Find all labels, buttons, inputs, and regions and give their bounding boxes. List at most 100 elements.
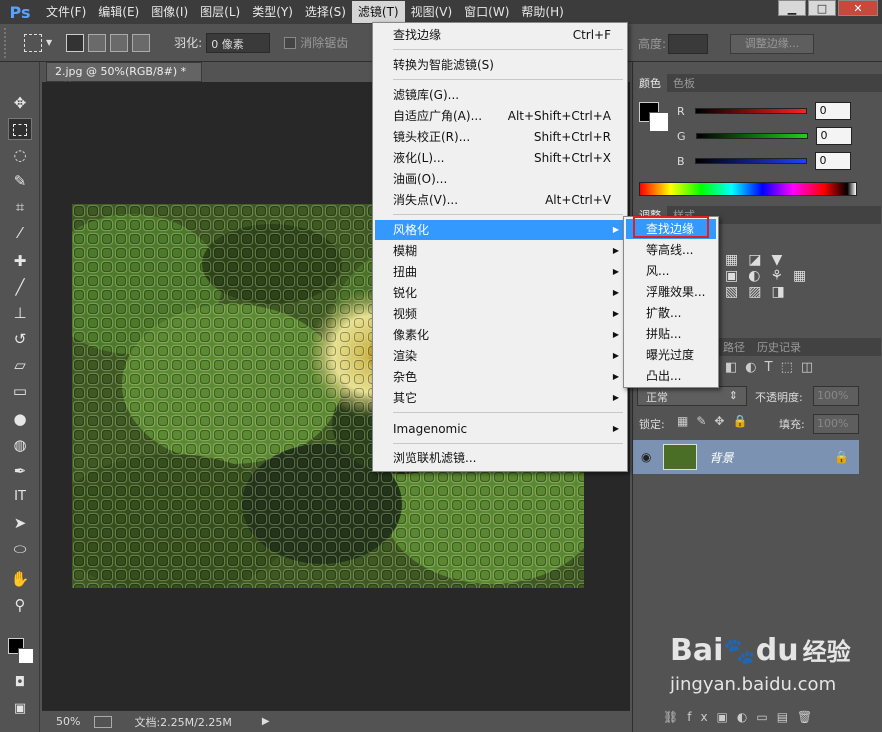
- blend-mode-select[interactable]: 正常 ⇕: [637, 386, 747, 406]
- tab-paths[interactable]: 路径: [717, 338, 751, 356]
- path-select-tool-icon[interactable]: ➤: [8, 512, 32, 534]
- red-value[interactable]: 0: [814, 102, 851, 120]
- quick-select-tool-icon[interactable]: ✎: [8, 170, 32, 192]
- tab-color[interactable]: 颜色: [633, 74, 667, 92]
- menu-filter[interactable]: 滤镜(T): [351, 1, 405, 23]
- menu-item-sharpen[interactable]: 锐化 ▶: [375, 283, 625, 303]
- subtract-selection-icon[interactable]: [110, 33, 129, 52]
- refine-edge-button[interactable]: 调整边缘...: [730, 34, 814, 54]
- background-color-swatch[interactable]: [18, 648, 34, 664]
- menu-item-blur[interactable]: 模糊 ▶: [375, 241, 625, 261]
- document-tab[interactable]: 2.jpg @ 50%(RGB/8#) * ×: [46, 62, 202, 91]
- zoom-tool-icon[interactable]: ⚲: [8, 594, 32, 616]
- move-tool-icon[interactable]: ✥: [8, 92, 32, 114]
- ellipse-tool-icon[interactable]: ⬭: [8, 538, 32, 560]
- eyedropper-tool-icon[interactable]: ⁄: [8, 222, 32, 244]
- layer-row-background[interactable]: ◉ 背景 🔒: [633, 440, 859, 474]
- menu-item-lens-correction[interactable]: 镜头校正(R)... Shift+Ctrl+R: [375, 127, 625, 147]
- menu-item-render[interactable]: 渲染 ▶: [375, 346, 625, 366]
- submenu-item-tiles[interactable]: 拼贴...: [626, 324, 716, 344]
- tab-swatches[interactable]: 色板: [667, 74, 701, 92]
- feather-input[interactable]: 0 像素: [206, 32, 271, 53]
- adjustment-icons[interactable]: ▦◪▼ ▣◐⚘▦ ▧▨◨: [725, 252, 865, 322]
- red-slider[interactable]: [694, 108, 807, 114]
- type-tool-icon[interactable]: IT: [8, 486, 32, 508]
- opacity-input[interactable]: 100%: [813, 386, 859, 406]
- menu-item-pixelate[interactable]: 像素化 ▶: [375, 325, 625, 345]
- maximize-button[interactable]: □: [808, 0, 836, 16]
- menu-item-imagenomic[interactable]: Imagenomic ▶: [375, 419, 625, 439]
- menu-separator: [393, 49, 623, 50]
- blue-value[interactable]: 0: [814, 152, 851, 170]
- clone-stamp-tool-icon[interactable]: ⊥: [8, 302, 32, 324]
- menu-item-noise[interactable]: 杂色 ▶: [375, 367, 625, 387]
- menu-item-adaptive-wide-angle[interactable]: 自适应广角(A)... Alt+Shift+Ctrl+A: [375, 106, 625, 126]
- intersect-selection-icon[interactable]: [132, 33, 151, 52]
- history-brush-tool-icon[interactable]: ↺: [8, 328, 32, 350]
- dodge-tool-icon[interactable]: ◍: [8, 434, 32, 456]
- submenu-item-diffuse[interactable]: 扩散...: [626, 303, 716, 323]
- chevron-down-icon[interactable]: ▼: [46, 38, 52, 47]
- marquee-tool-icon[interactable]: [8, 118, 32, 140]
- screen-mode-icon[interactable]: ▣: [8, 698, 32, 720]
- play-arrow-icon[interactable]: ▶: [262, 716, 270, 727]
- quick-mask-icon[interactable]: ◘: [8, 672, 32, 694]
- menu-file[interactable]: 文件(F): [40, 1, 92, 23]
- antialias-checkbox[interactable]: [284, 36, 297, 49]
- zoom-level[interactable]: 50%: [56, 715, 80, 728]
- lasso-tool-icon[interactable]: ◌: [8, 144, 32, 166]
- green-slider-row: G 0: [677, 125, 852, 147]
- height-input[interactable]: [668, 34, 708, 54]
- blur-tool-icon[interactable]: ●: [8, 408, 32, 430]
- menu-item-liquify[interactable]: 液化(L)... Shift+Ctrl+X: [375, 148, 625, 168]
- brush-tool-icon[interactable]: ╱: [8, 276, 32, 298]
- menu-item-stylize[interactable]: 风格化 ▶: [375, 220, 625, 240]
- blue-slider[interactable]: [694, 158, 807, 164]
- submenu-item-wind[interactable]: 风...: [626, 261, 716, 281]
- gradient-tool-icon[interactable]: ▭: [8, 380, 32, 402]
- menu-layer[interactable]: 图层(L): [194, 1, 246, 23]
- menu-window[interactable]: 窗口(W): [458, 1, 515, 23]
- menu-item-video[interactable]: 视频 ▶: [375, 304, 625, 324]
- crop-tool-icon[interactable]: ⌗: [8, 196, 32, 218]
- menu-image[interactable]: 图像(I): [145, 1, 194, 23]
- green-slider[interactable]: [695, 133, 808, 139]
- marquee-preset-icon[interactable]: [24, 33, 42, 52]
- pen-tool-icon[interactable]: ✒: [8, 460, 32, 482]
- eye-icon[interactable]: ◉: [641, 450, 651, 464]
- new-selection-icon[interactable]: [66, 33, 85, 52]
- menu-type[interactable]: 类型(Y): [246, 1, 299, 23]
- menu-edit[interactable]: 编辑(E): [92, 1, 145, 23]
- fill-input[interactable]: 100%: [813, 414, 859, 434]
- menu-item-find-edges-last[interactable]: 查找边缘 Ctrl+F: [375, 25, 625, 45]
- submenu-item-trace-contour[interactable]: 等高线...: [626, 240, 716, 260]
- green-value[interactable]: 0: [815, 127, 852, 145]
- hand-tool-icon[interactable]: ✋: [8, 568, 32, 590]
- menu-item-distort[interactable]: 扭曲 ▶: [375, 262, 625, 282]
- menu-bar: Ps 文件(F) 编辑(E) 图像(I) 图层(L) 类型(Y) 选择(S) 滤…: [0, 0, 882, 24]
- menu-item-convert-smart-filter[interactable]: 转换为智能滤镜(S): [375, 55, 625, 75]
- menu-item-browse-filters-online[interactable]: 浏览联机滤镜...: [375, 448, 625, 468]
- menu-help[interactable]: 帮助(H): [515, 1, 569, 23]
- opacity-label: 不透明度:: [755, 391, 803, 404]
- layer-filter-icons[interactable]: ◧◐T⬚◫: [725, 360, 865, 378]
- menu-item-other[interactable]: 其它 ▶: [375, 388, 625, 408]
- healing-brush-tool-icon[interactable]: ✚: [8, 250, 32, 272]
- menu-item-oil-paint[interactable]: 油画(O)...: [375, 169, 625, 189]
- menu-item-filter-gallery[interactable]: 滤镜库(G)...: [375, 85, 625, 105]
- submenu-item-emboss[interactable]: 浮雕效果...: [626, 282, 716, 302]
- tab-history[interactable]: 历史记录: [751, 338, 807, 356]
- background-swatch[interactable]: [649, 112, 669, 132]
- color-spectrum-bar[interactable]: [639, 182, 857, 196]
- lock-icons[interactable]: ▦✎✥🔒: [677, 414, 755, 428]
- menu-view[interactable]: 视图(V): [405, 1, 459, 23]
- submenu-item-extrude[interactable]: 凸出...: [626, 366, 716, 386]
- layer-name[interactable]: 背景: [709, 449, 733, 466]
- menu-item-vanishing-point[interactable]: 消失点(V)... Alt+Ctrl+V: [375, 190, 625, 210]
- add-selection-icon[interactable]: [88, 33, 107, 52]
- minimize-button[interactable]: ▁: [778, 0, 806, 16]
- submenu-item-solarize[interactable]: 曝光过度: [626, 345, 716, 365]
- eraser-tool-icon[interactable]: ▱: [8, 354, 32, 376]
- close-button[interactable]: ✕: [838, 0, 878, 16]
- menu-select[interactable]: 选择(S): [299, 1, 352, 23]
